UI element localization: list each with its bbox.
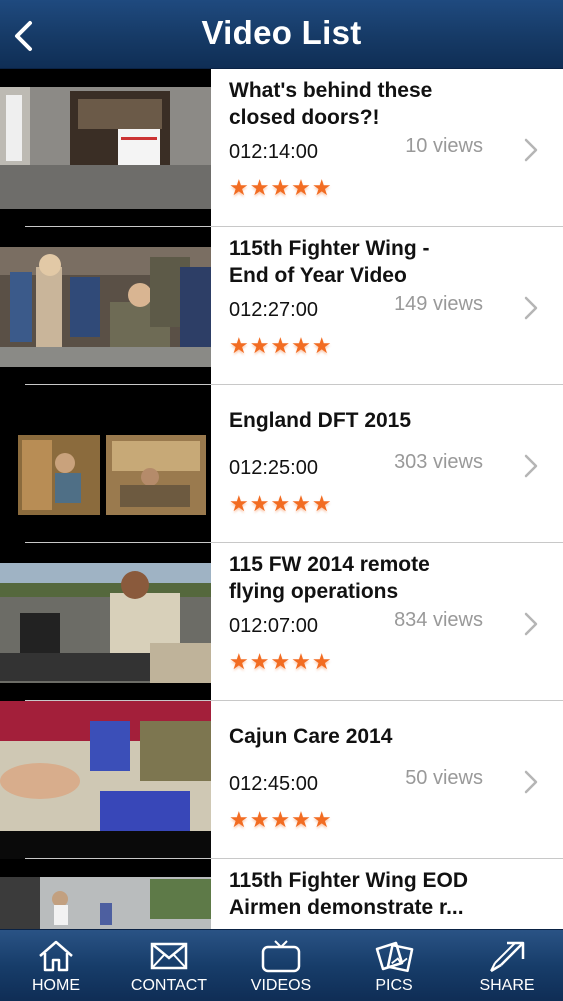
video-info: England DFT 2015: [229, 393, 519, 434]
list-item[interactable]: What's behind these closed doors?! 012:1…: [0, 69, 563, 227]
tv-icon: [261, 940, 301, 973]
video-info: 115th Fighter Wing EOD Airmen demonstrat…: [229, 867, 519, 921]
photos-icon: [375, 941, 414, 973]
tab-bar: HOME CONTACT VIDEOS PICS SHARE: [0, 929, 563, 1001]
envelope-icon: [150, 942, 188, 970]
tab-pics[interactable]: PICS: [338, 930, 450, 1001]
home-icon: [39, 940, 73, 972]
tab-contact[interactable]: CONTACT: [113, 930, 225, 1001]
video-title: 115th Fighter Wing - End of Year Video: [229, 237, 430, 287]
list-item[interactable]: 115th Fighter Wing - End of Year Video 0…: [0, 227, 563, 385]
video-views: 50 views: [405, 767, 483, 789]
tab-share-label: SHARE: [479, 977, 535, 994]
page-title: Video List: [201, 14, 362, 51]
video-thumbnail[interactable]: [0, 859, 211, 929]
video-meta: 012:07:00 834 views: [229, 609, 529, 643]
chevron-right-icon[interactable]: [523, 453, 539, 479]
video-meta: 012:45:00 50 views: [229, 767, 529, 801]
video-views: 834 views: [394, 609, 483, 631]
tab-share[interactable]: SHARE: [451, 930, 563, 1001]
tab-pics-label: PICS: [375, 977, 413, 994]
tab-videos-label: VIDEOS: [250, 977, 312, 994]
list-item[interactable]: 115th Fighter Wing EOD Airmen demonstrat…: [0, 859, 563, 929]
chevron-right-icon[interactable]: [523, 611, 539, 637]
video-thumbnail[interactable]: [0, 69, 211, 227]
chevron-right-icon[interactable]: [523, 137, 539, 163]
video-duration: 012:25:00: [229, 457, 318, 479]
share-icon: [490, 941, 525, 973]
video-views: 149 views: [394, 293, 483, 315]
video-views: 303 views: [394, 451, 483, 473]
rating-stars: ★★★★★: [229, 491, 333, 516]
rating-stars: ★★★★★: [229, 333, 333, 358]
video-meta: 012:14:00 10 views: [229, 135, 529, 169]
tab-contact-label: CONTACT: [130, 977, 208, 994]
tab-home[interactable]: HOME: [0, 930, 112, 1001]
video-meta: 012:25:00 303 views: [229, 451, 529, 485]
list-item[interactable]: England DFT 2015 012:25:00 303 views ★★★…: [0, 385, 563, 543]
video-duration: 012:07:00: [229, 615, 318, 637]
video-title: What's behind these closed doors?!: [229, 79, 433, 129]
video-title: England DFT 2015: [229, 409, 412, 432]
list-item[interactable]: 115 FW 2014 remote flying operations 012…: [0, 543, 563, 701]
chevron-right-icon[interactable]: [523, 769, 539, 795]
video-views: 10 views: [405, 135, 483, 157]
video-duration: 012:14:00: [229, 141, 318, 163]
video-duration: 012:45:00: [229, 773, 318, 795]
video-title: Cajun Care 2014: [229, 725, 393, 748]
video-info: 115 FW 2014 remote flying operations: [229, 551, 519, 605]
tab-videos[interactable]: VIDEOS: [225, 930, 337, 1001]
video-thumbnail[interactable]: [0, 701, 211, 859]
video-meta: 012:27:00 149 views: [229, 293, 529, 327]
video-title: 115th Fighter Wing EOD Airmen demonstrat…: [229, 869, 468, 919]
video-title: 115 FW 2014 remote flying operations: [229, 553, 430, 603]
video-info: Cajun Care 2014: [229, 709, 519, 750]
video-info: What's behind these closed doors?!: [229, 77, 519, 131]
video-thumbnail[interactable]: [0, 227, 211, 385]
video-thumbnail[interactable]: [0, 543, 211, 701]
rating-stars: ★★★★★: [229, 175, 333, 200]
video-duration: 012:27:00: [229, 299, 318, 321]
video-list[interactable]: What's behind these closed doors?! 012:1…: [0, 69, 563, 929]
list-item[interactable]: Cajun Care 2014 012:45:00 50 views ★★★★★: [0, 701, 563, 859]
tab-home-label: HOME: [32, 977, 80, 994]
rating-stars: ★★★★★: [229, 649, 333, 674]
nav-header: Video List: [0, 0, 563, 69]
video-thumbnail[interactable]: [0, 385, 211, 543]
rating-stars: ★★★★★: [229, 807, 333, 832]
video-info: 115th Fighter Wing - End of Year Video: [229, 235, 519, 289]
chevron-right-icon[interactable]: [523, 295, 539, 321]
